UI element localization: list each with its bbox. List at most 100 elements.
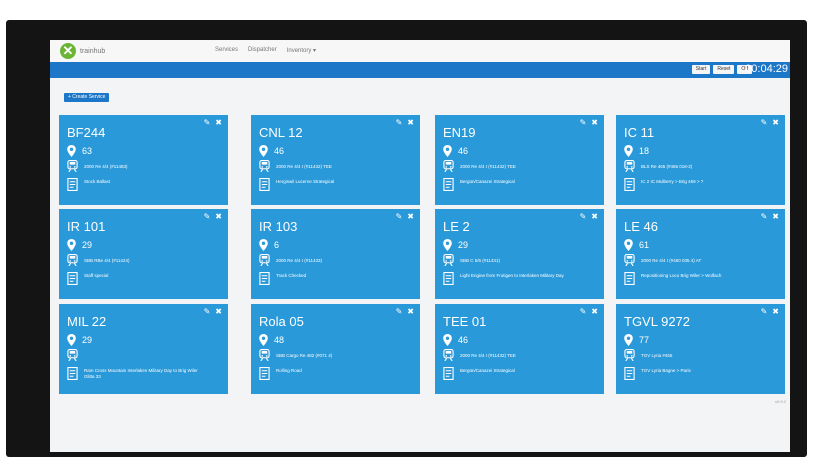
close-icon[interactable]: ✖ (591, 118, 598, 127)
locomotive-row: SBB Cargo Re 482 (#071 4) (259, 349, 332, 361)
map-pin-icon (443, 145, 452, 157)
note-row: Track Checked (259, 272, 306, 285)
card-tools: ✎ ✖ (396, 118, 414, 127)
service-card[interactable]: ✎ ✖ TEE 01 46 2000 Re 4/4 I (#11432) TEE (435, 304, 604, 394)
pencil-icon[interactable]: ✎ (396, 307, 403, 316)
close-icon[interactable]: ✖ (772, 307, 779, 316)
location-value: 18 (639, 146, 650, 156)
close-icon[interactable]: ✖ (407, 307, 414, 316)
service-card[interactable]: ✎ ✖ IR 103 6 2000 Re 4/4 I (#11433) Trac… (251, 209, 420, 299)
close-icon[interactable]: ✖ (772, 118, 779, 127)
note-row: Staff special (67, 272, 108, 285)
location-value: 6 (274, 240, 280, 250)
card-tools: ✎ ✖ (761, 212, 779, 221)
service-card[interactable]: ✎ ✖ LE 46 61 2000 Re 4/4 I (#460 035 4) … (616, 209, 785, 299)
train-icon (67, 254, 78, 266)
note-value: Hergiswil Lucerne Strategical (276, 179, 335, 184)
close-icon[interactable]: ✖ (215, 307, 222, 316)
document-icon (443, 272, 454, 285)
note-value: IC 2 IC Mulberry > Brig 459 > ? (641, 179, 704, 184)
service-title: BF244 (67, 125, 106, 140)
note-value: Repositioning Loco Brig Wiler > Wolfach (641, 273, 722, 278)
service-title: LE 2 (443, 219, 470, 234)
close-icon[interactable]: ✖ (591, 307, 598, 316)
service-card[interactable]: ✎ ✖ MIL 22 29 Ram Cross Mountain Interla… (59, 304, 228, 394)
service-card[interactable]: ✎ ✖ IC 11 18 BLS Re 465 (#465 018-2) IC … (616, 115, 785, 205)
note-row: Rolling Road (259, 367, 302, 380)
note-row: TGV Lyria Bagne > Paris (624, 367, 691, 380)
service-card[interactable]: ✎ ✖ EN19 46 2000 Re 4/4 I (#11432) TEE B… (435, 115, 604, 205)
location-row: 61 (624, 239, 649, 251)
locomotive-value: BLS Re 465 (#465 018-2) (641, 163, 693, 169)
close-icon[interactable]: ✖ (407, 118, 414, 127)
document-icon (259, 272, 270, 285)
note-value: Track Checked (276, 273, 307, 278)
location-row: 63 (67, 145, 92, 157)
map-pin-icon (67, 145, 76, 157)
document-icon (259, 178, 270, 191)
map-pin-icon (624, 239, 633, 251)
pencil-icon[interactable]: ✎ (761, 118, 768, 127)
locomotive-row: SBB C 5/6 (#11431) (443, 254, 500, 266)
pencil-icon[interactable]: ✎ (396, 118, 403, 127)
close-icon[interactable]: ✖ (772, 212, 779, 221)
locomotive-row: 2000 Re 4/4 (#11483) (67, 160, 127, 172)
note-value: Staff special (84, 273, 109, 278)
locomotive-value: 2000 Re 4/4 I (#11432) TEE (460, 163, 516, 169)
close-icon[interactable]: ✖ (591, 212, 598, 221)
locomotive-row: TGV Lyria #455 (624, 349, 672, 361)
note-value: Bergün/Canazei Strategical (460, 179, 515, 184)
service-card[interactable]: ✎ ✖ TGVL 9272 77 TGV Lyria #455 TGV Lyri… (616, 304, 785, 394)
pencil-icon[interactable]: ✎ (580, 212, 587, 221)
service-title: IR 103 (259, 219, 298, 234)
pencil-icon[interactable]: ✎ (396, 212, 403, 221)
service-card[interactable]: ✎ ✖ CNL 12 46 2000 Re 4/4 I (#11432) TEE (251, 115, 420, 205)
service-title: TEE 01 (443, 314, 487, 329)
service-title: IR 101 (67, 219, 106, 234)
location-value: 63 (82, 146, 93, 156)
location-value: 46 (458, 335, 469, 345)
note-value: Light Engine from Frutigen to Interlaken… (460, 273, 564, 278)
close-icon[interactable]: ✖ (215, 118, 222, 127)
locomotive-value: 2000 Re 4/4 I (#11433) (276, 257, 322, 263)
service-card[interactable]: ✎ ✖ BF244 63 2000 Re 4/4 (#11483) Stock … (59, 115, 228, 205)
locomotive-row: 2000 Re 4/4 I (#11433) (259, 254, 322, 266)
service-title: Rola 05 (259, 314, 304, 329)
note-value: Bergün/Canazei Strategical (460, 368, 515, 373)
app-screen: ✕ trainhub Services Dispatcher Inventory… (50, 40, 790, 452)
close-icon[interactable]: ✖ (407, 212, 414, 221)
pencil-icon[interactable]: ✎ (761, 307, 768, 316)
document-icon (67, 272, 78, 285)
locomotive-row: BLS Re 465 (#465 018-2) (624, 160, 692, 172)
locomotive-row: 2000 Re 4/4 I (#460 035 4) AT (624, 254, 701, 266)
note-row: Bergün/Canazei Strategical (443, 178, 515, 191)
pencil-icon[interactable]: ✎ (204, 212, 211, 221)
note-row: Bergün/Canazei Strategical (443, 367, 515, 380)
pencil-icon[interactable]: ✎ (204, 307, 211, 316)
version-note: v0.9.2 (775, 399, 786, 404)
location-row: 29 (67, 239, 92, 251)
service-card[interactable]: ✎ ✖ LE 2 29 SBB C 5/6 (#11431) Light Eng… (435, 209, 604, 299)
document-icon (443, 178, 454, 191)
map-pin-icon (259, 239, 268, 251)
photo-frame: ✕ trainhub Services Dispatcher Inventory… (0, 0, 813, 465)
pencil-icon[interactable]: ✎ (204, 118, 211, 127)
pencil-icon[interactable]: ✎ (580, 307, 587, 316)
card-tools: ✎ ✖ (580, 118, 598, 127)
document-icon (67, 178, 78, 191)
locomotive-value: 2000 Re 4/4 I (#11432) TEE (460, 352, 516, 358)
document-icon (443, 367, 454, 380)
locomotive-value: SBB C 5/6 (#11431) (460, 257, 500, 263)
document-icon (624, 367, 635, 380)
locomotive-row: SBB RBe 4/4 (#11424) (67, 254, 129, 266)
location-row: 46 (443, 145, 468, 157)
pencil-icon[interactable]: ✎ (761, 212, 768, 221)
location-row: 77 (624, 334, 649, 346)
service-card[interactable]: ✎ ✖ IR 101 29 SBB RBe 4/4 (#11424) Staff… (59, 209, 228, 299)
train-icon (624, 160, 635, 172)
close-icon[interactable]: ✖ (215, 212, 222, 221)
service-card[interactable]: ✎ ✖ Rola 05 48 SBB Cargo Re 482 (#071 4) (251, 304, 420, 394)
pencil-icon[interactable]: ✎ (580, 118, 587, 127)
map-pin-icon (259, 145, 268, 157)
card-tools: ✎ ✖ (204, 307, 222, 316)
